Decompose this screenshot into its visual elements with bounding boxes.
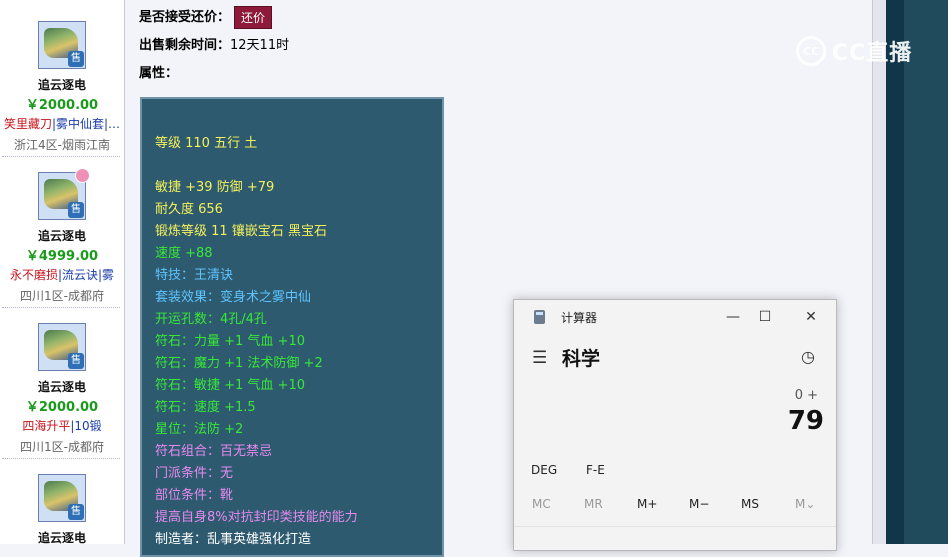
memory-button[interactable]: MS (741, 497, 759, 511)
calculator-titlebar[interactable]: 计算器 — ☐ ✕ (514, 300, 836, 334)
attributes-panel: 等级 110 五行 土敏捷 +39 防御 +79 耐久度 656 锻炼等级 11 镶… (140, 97, 444, 557)
calculator-app-icon (534, 310, 545, 324)
item-tag: 10锻 (74, 419, 102, 433)
stream-border (886, 0, 904, 544)
item-name[interactable]: 追云逐电 (0, 227, 124, 244)
favorite-badge-icon (75, 168, 90, 183)
attribute-line: 速度 +88 (155, 246, 213, 261)
attribute-line: 符石：魔力 +1 法术防御 +2 (155, 356, 323, 371)
deg-button[interactable]: DEG (531, 463, 557, 477)
sell-badge-icon: 售 (68, 353, 84, 369)
close-icon[interactable]: ✕ (796, 306, 826, 328)
time-value: 12天11时 (230, 38, 290, 53)
attr-row: 属性： (139, 62, 178, 81)
bargain-label: 是否接受还价： (139, 10, 231, 25)
attribute-line: 提高自身8%对抗封印类技能的能力 (155, 510, 358, 525)
item-tags: 四海升平|10锻 (0, 417, 124, 434)
attribute-line: 特技：王清诀 (155, 268, 234, 283)
attribute-line: 开运孔数：4孔/4孔 (155, 312, 267, 327)
item-name[interactable]: 追云逐电 (0, 76, 124, 93)
listing-sidebar: 售追云逐电 ￥2000.00 笑里藏刀|雾中仙套|… 浙江4区-烟雨江南售追云逐电 ￥4… (0, 0, 125, 544)
attribute-line: 耐久度 656 (155, 202, 223, 217)
item-tags: 笑里藏刀|雾中仙套|… (0, 115, 124, 132)
time-label: 出售剩余时间： (139, 38, 231, 53)
item-thumbnail[interactable]: 售 (38, 323, 86, 371)
item-thumbnail[interactable]: 售 (38, 21, 86, 69)
sell-badge-icon: 售 (68, 51, 84, 67)
bargain-button[interactable]: 还价 (234, 6, 273, 29)
time-row: 出售剩余时间：12天11时 (139, 34, 289, 53)
memory-button[interactable]: M− (689, 497, 709, 511)
attribute-line: 符石：速度 +1.5 (155, 400, 256, 415)
calculator-divider (514, 526, 836, 527)
calculator-mode: 科学 (562, 348, 601, 370)
stream-panel (904, 0, 948, 544)
attribute-line: 门派条件：无 (155, 466, 234, 481)
attribute-line: 符石：力量 +1 气血 +10 (155, 334, 305, 349)
cc-logo-icon: CC (796, 36, 826, 66)
watermark-text: CC直播 (832, 41, 913, 66)
calculator-expression: 0 + (794, 388, 818, 403)
item-tag: 笑里藏刀 (3, 117, 52, 131)
hamburger-icon[interactable]: ☰ (532, 348, 547, 368)
attribute-line: 制造者：乱事英雄强化打造 (155, 532, 312, 547)
attribute-line: 锻炼等级 11 镶嵌宝石 黑宝石 (155, 224, 327, 239)
sell-badge-icon: 售 (68, 504, 84, 520)
item-thumbnail[interactable]: 售 (38, 168, 90, 220)
item-price: ￥2000.00 (25, 400, 99, 415)
item-price: ￥4999.00 (25, 249, 99, 264)
item-tag: 永不磨损 (9, 268, 58, 282)
item-thumbnail[interactable]: 售 (38, 474, 86, 522)
item-name[interactable]: 追云逐电 (0, 378, 124, 395)
calculator-display: 79 (787, 406, 824, 436)
item-tag: 雾中仙套 (56, 117, 105, 131)
attribute-line: 敏捷 +39 防御 +79 (155, 180, 275, 195)
attribute-line: 符石：敏捷 +1 气血 +10 (155, 378, 305, 393)
maximize-icon[interactable]: ☐ (750, 306, 780, 328)
attribute-line: 星位：法防 +2 (155, 422, 244, 437)
sell-badge-icon: 售 (68, 202, 84, 218)
item-server: 四川1区-成都府 (20, 440, 104, 454)
item-tag: |雾 (98, 268, 115, 282)
history-icon[interactable]: ◷ (801, 347, 815, 366)
cc-live-watermark: CC CC直播 (796, 34, 912, 68)
item-tags: 永不磨损|流云诀|雾 (0, 266, 124, 283)
minimize-icon[interactable]: — (718, 306, 748, 328)
memory-button[interactable]: M+ (637, 497, 657, 511)
item-price: ￥2000.00 (25, 98, 99, 113)
memory-button: MC (532, 497, 551, 511)
attribute-line: 套装效果：变身术之雾中仙 (155, 290, 312, 305)
attribute-line: 部位条件：靴 (155, 488, 234, 503)
memory-button: M⌄ (795, 497, 816, 511)
item-divider (2, 307, 120, 308)
scrollbar[interactable] (872, 0, 887, 544)
calculator-window: 计算器 — ☐ ✕ ☰ 科学 ◷ 0 + 79 DEG F-E MC MR M+ M−… (513, 299, 837, 551)
item-tag: |… (104, 117, 121, 131)
attributes-label: 属性： (139, 66, 179, 81)
fe-button[interactable]: F-E (586, 463, 605, 477)
item-name[interactable]: 追云逐电 (0, 529, 124, 544)
attribute-line: 等级 110 五行 土 (155, 136, 258, 151)
calculator-title: 计算器 (561, 311, 598, 325)
attribute-line: 符石组合：百无禁忌 (155, 444, 273, 459)
item-divider (2, 458, 120, 459)
bargain-row: 是否接受还价： 还价 (139, 6, 273, 29)
item-tag: 四海升平 (22, 419, 71, 433)
item-server: 浙江4区-烟雨江南 (14, 138, 110, 152)
item-server: 四川1区-成都府 (20, 289, 104, 303)
memory-button: MR (584, 497, 603, 511)
item-divider (2, 156, 120, 157)
item-tag: 流云诀 (62, 268, 99, 282)
